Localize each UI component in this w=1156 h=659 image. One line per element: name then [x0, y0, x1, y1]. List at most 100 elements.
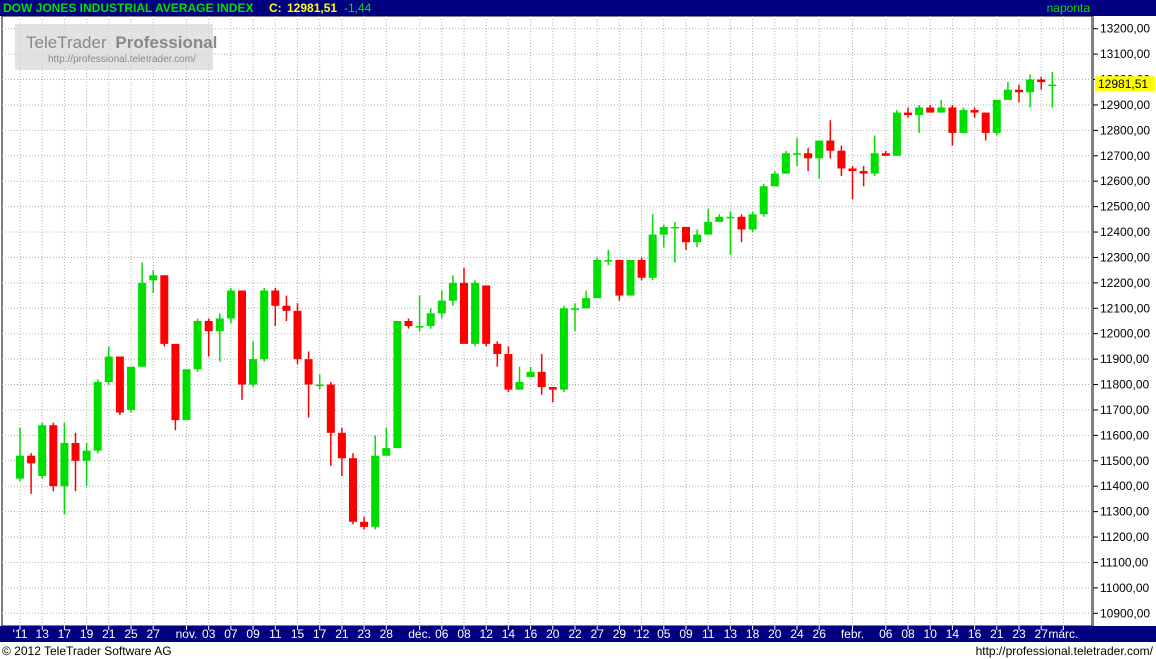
- last-price-label: 12981,51: [1098, 77, 1148, 91]
- y-tick-label: 13200,00: [1100, 22, 1150, 36]
- x-tick-label: 28: [380, 627, 394, 641]
- candle-body: [215, 318, 224, 332]
- candle-body: [693, 234, 702, 243]
- x-tick-label: 26: [813, 627, 827, 641]
- y-tick-label: 10900,00: [1100, 606, 1150, 620]
- candle-body: [704, 221, 713, 235]
- watermark-brand: TeleTrader Professional: [26, 33, 217, 52]
- candle-body: [548, 387, 557, 390]
- candle-body: [337, 432, 346, 459]
- candle: [482, 285, 491, 347]
- candle-body: [27, 455, 36, 464]
- candle-body: [360, 521, 369, 527]
- candle-body: [826, 140, 835, 151]
- candle-body: [326, 384, 335, 433]
- x-tick-label: 03: [202, 627, 216, 641]
- y-tick-label: 11300,00: [1100, 505, 1149, 519]
- x-tick-label: 08: [457, 627, 471, 641]
- candle-body: [582, 298, 591, 309]
- candle-body: [127, 366, 135, 410]
- candle: [238, 290, 246, 400]
- candle-body: [371, 455, 380, 527]
- candle-body: [460, 282, 468, 344]
- candle-body: [604, 260, 613, 262]
- candle-body: [970, 110, 979, 113]
- candle-body: [615, 260, 624, 296]
- y-tick-label: 12600,00: [1100, 174, 1150, 188]
- candle-body: [682, 226, 690, 243]
- candle: [115, 356, 124, 416]
- candle-body: [926, 107, 935, 113]
- candle: [959, 107, 968, 133]
- x-tick-label: 16: [968, 627, 982, 641]
- x-tick-label: 21: [102, 627, 116, 641]
- candle-body: [892, 112, 901, 156]
- candle-body: [138, 282, 147, 367]
- candle-body: [804, 153, 813, 159]
- candle-body: [915, 107, 924, 116]
- candle: [260, 287, 269, 362]
- candle-body: [1048, 84, 1057, 87]
- candle-body: [759, 186, 768, 215]
- x-tick-label: 16: [524, 627, 538, 641]
- y-tick-label: 12700,00: [1100, 149, 1150, 163]
- candle-body: [670, 226, 679, 229]
- y-tick-label: 11900,00: [1100, 352, 1149, 366]
- x-tick-label: 21: [335, 627, 349, 641]
- x-tick-label: 06: [879, 627, 893, 641]
- candle-body: [515, 382, 524, 390]
- candle-body: [593, 260, 602, 299]
- candle-body: [304, 359, 313, 385]
- x-tick-label: '12: [634, 627, 650, 641]
- candle-body: [60, 443, 69, 487]
- x-tick-label: 17: [313, 627, 327, 641]
- candle: [892, 110, 901, 156]
- candle-body: [271, 290, 280, 306]
- candle: [615, 260, 624, 301]
- y-tick-label: 11600,00: [1100, 428, 1149, 442]
- candle-body: [482, 285, 491, 344]
- candle-body: [249, 359, 258, 385]
- candle-body: [848, 168, 857, 172]
- candle-body: [526, 371, 535, 377]
- candle: [38, 422, 47, 479]
- candle-body: [659, 226, 668, 235]
- y-tick-label: 13100,00: [1100, 47, 1150, 61]
- candle-body: [781, 153, 790, 174]
- x-tick-label: 08: [901, 627, 915, 641]
- candle-body: [737, 216, 746, 230]
- candle: [992, 99, 1001, 136]
- close-value: 12981,51: [287, 1, 337, 15]
- candle: [559, 305, 568, 393]
- x-tick-label: 13: [724, 627, 738, 641]
- candle-body: [160, 275, 169, 344]
- candle: [182, 369, 191, 421]
- x-tick-label: 10: [924, 627, 938, 641]
- candle: [49, 422, 58, 492]
- footer-copyright: © 2012 TeleTrader Software AG: [2, 644, 172, 658]
- x-tick-label: 14: [946, 627, 960, 641]
- candle: [748, 211, 757, 233]
- x-tick-label: 14: [502, 627, 516, 641]
- candle-body: [715, 216, 724, 222]
- candle-body: [770, 173, 779, 187]
- instrument-name: DOW JONES INDUSTRIAL AVERAGE INDEX: [3, 1, 253, 15]
- y-tick-label: 12100,00: [1100, 301, 1150, 315]
- candle-body: [937, 107, 946, 113]
- candle-body: [49, 425, 58, 487]
- x-tick-label: 07: [224, 627, 238, 641]
- candle-body: [1003, 89, 1012, 100]
- period-label: naponta: [1047, 1, 1091, 15]
- x-tick-label: 27: [1035, 627, 1049, 641]
- x-tick-label: 27: [147, 627, 161, 641]
- candle-body: [959, 110, 968, 133]
- candle-body: [404, 321, 413, 327]
- candle-body: [471, 282, 480, 344]
- x-tick-label: dec.: [408, 627, 431, 641]
- candle: [781, 150, 790, 174]
- x-tick-label: 11: [269, 627, 282, 641]
- x-tick-label: febr.: [841, 627, 864, 641]
- candle-body: [204, 321, 213, 332]
- candle-body: [837, 150, 846, 169]
- candle-body: [426, 313, 435, 327]
